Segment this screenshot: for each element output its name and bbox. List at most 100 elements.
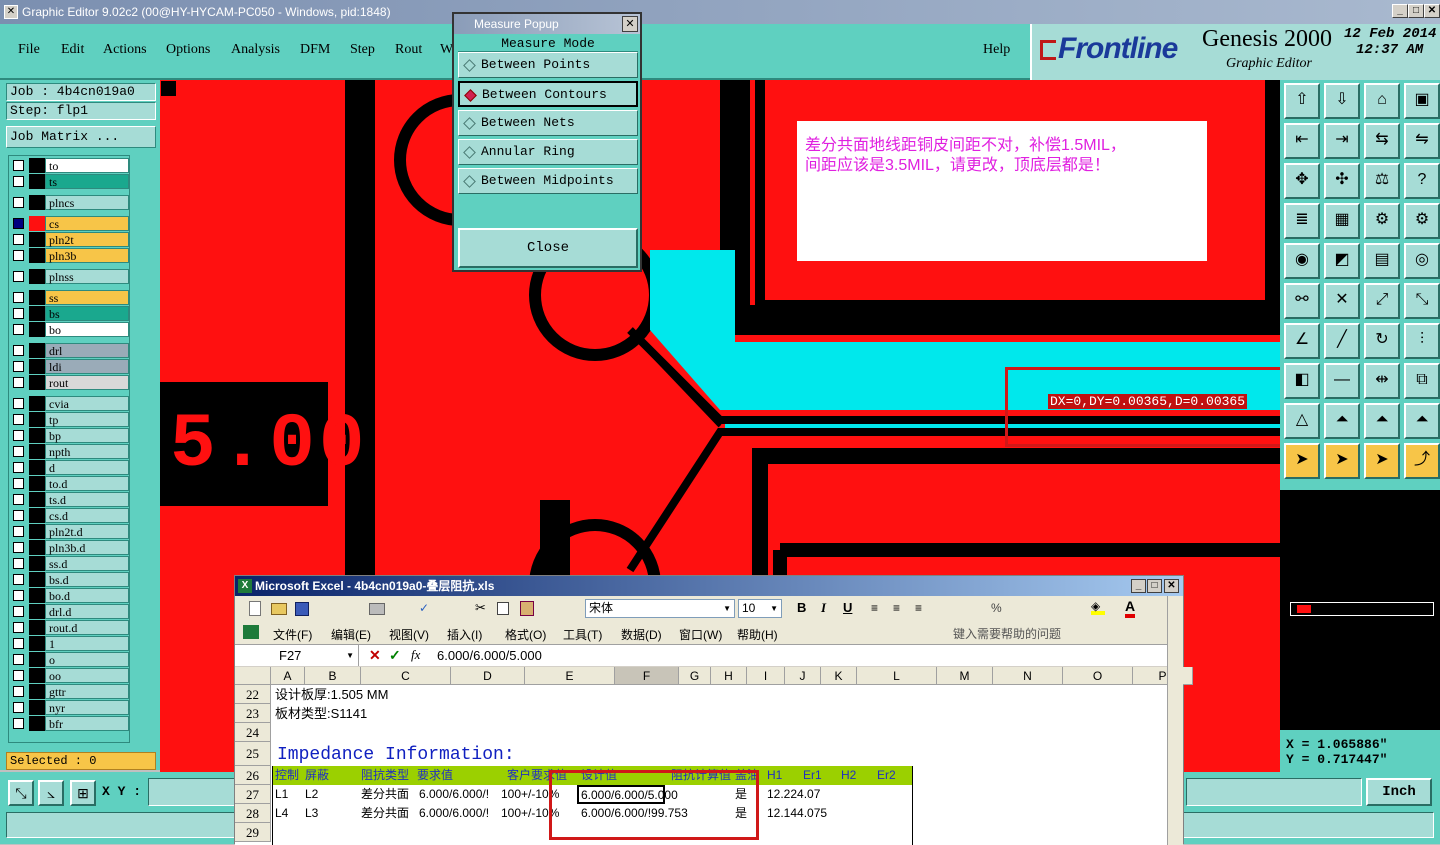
tool-button-icon[interactable]: ⇹	[1364, 363, 1400, 399]
excel-menu-edit[interactable]: 编辑(E)	[331, 626, 371, 643]
tool-button-icon[interactable]: ➤	[1284, 443, 1320, 479]
layer-name[interactable]: rout	[45, 375, 129, 390]
tool-button-icon[interactable]: ⌂	[1364, 83, 1400, 119]
layer-name[interactable]: ss	[45, 290, 129, 305]
popup-close-button[interactable]: Close	[458, 228, 638, 268]
row-header[interactable]: 24	[235, 723, 271, 742]
menu-options[interactable]: Options	[166, 42, 210, 58]
layer-row[interactable]: oo	[11, 668, 129, 683]
tool-button-icon[interactable]: ⏶	[1324, 403, 1360, 439]
cancel-icon[interactable]: ✕	[369, 647, 381, 664]
layer-name[interactable]: pln2t	[45, 232, 129, 247]
layer-row[interactable]: plnss	[11, 269, 129, 284]
column-header[interactable]: I	[747, 667, 785, 685]
layer-name[interactable]: ts.d	[45, 492, 129, 507]
excel-menu-file[interactable]: 文件(F)	[273, 626, 312, 643]
tool-button-icon[interactable]: ⇥	[1324, 123, 1360, 159]
select-all-corner[interactable]	[235, 667, 271, 685]
excel-menu-view[interactable]: 视图(V)	[389, 626, 429, 643]
row-header[interactable]: 29	[235, 823, 271, 842]
cell-a25-impedance-heading[interactable]: Impedance Information:	[277, 744, 515, 766]
tool-button-icon[interactable]: ∠	[1284, 323, 1320, 359]
column-header[interactable]: D	[451, 667, 525, 685]
column-header[interactable]: B	[305, 667, 361, 685]
layer-row[interactable]: cs.d	[11, 508, 129, 523]
layer-row[interactable]: pln3b.d	[11, 540, 129, 555]
units-button[interactable]: Inch	[1366, 778, 1432, 806]
tool-button-icon[interactable]: ⚖	[1364, 163, 1400, 199]
tool-button-icon[interactable]: ▦	[1324, 203, 1360, 239]
layer-checkbox[interactable]	[13, 638, 24, 649]
name-box[interactable]: F27 ▼	[235, 645, 359, 666]
column-header[interactable]: G	[679, 667, 711, 685]
tool-button-icon[interactable]: ▤	[1364, 243, 1400, 279]
menu-file[interactable]: File	[18, 42, 40, 58]
layer-checkbox[interactable]	[13, 271, 24, 282]
menu-analysis[interactable]: Analysis	[231, 42, 280, 58]
layer-row[interactable]: bs.d	[11, 572, 129, 587]
row-header[interactable]: 27	[235, 785, 271, 804]
layer-name[interactable]: plnss	[45, 269, 129, 284]
layer-checkbox[interactable]	[13, 430, 24, 441]
tool-button-icon[interactable]: ⤢	[1364, 283, 1400, 319]
option-between-midpoints[interactable]: Between Midpoints	[458, 168, 638, 194]
layer-row[interactable]: bfr	[11, 716, 129, 731]
align-left-icon[interactable]: ≡	[871, 601, 878, 615]
excel-menu-data[interactable]: 数据(D)	[621, 626, 662, 643]
layer-name[interactable]: pln3b.d	[45, 540, 129, 555]
tool-button-icon[interactable]: ?	[1404, 163, 1440, 199]
layer-row[interactable]: drl.d	[11, 604, 129, 619]
layer-checkbox[interactable]	[13, 292, 24, 303]
row-header[interactable]: 22	[235, 685, 271, 704]
column-header[interactable]: P	[1133, 667, 1193, 685]
tool-button-icon[interactable]: ⏶	[1364, 403, 1400, 439]
layer-name[interactable]: bo	[45, 322, 129, 337]
column-header[interactable]: L	[857, 667, 937, 685]
close-button[interactable]: ✕	[1424, 4, 1440, 18]
sheet-grid[interactable]: ABCDEFGHIJKLMNOP 22 23 24 25 26 27 28 29…	[235, 667, 1193, 845]
layer-row[interactable]: pln3b	[11, 248, 129, 263]
tool-button-icon[interactable]: △	[1284, 403, 1320, 439]
layer-name[interactable]: pln3b	[45, 248, 129, 263]
layer-name[interactable]: bs	[45, 306, 129, 321]
maximize-button[interactable]: □	[1408, 4, 1424, 18]
layer-row[interactable]: to	[11, 158, 129, 173]
tool-button-icon[interactable]: ⧉	[1404, 363, 1440, 399]
layer-name[interactable]: to.d	[45, 476, 129, 491]
column-header[interactable]: O	[1063, 667, 1133, 685]
print-icon[interactable]	[369, 603, 385, 615]
column-header[interactable]: E	[525, 667, 615, 685]
layer-name[interactable]: ldi	[45, 359, 129, 374]
layer-name[interactable]: ts	[45, 174, 129, 189]
layer-row[interactable]: bo	[11, 322, 129, 337]
tool-button-icon[interactable]: ◩	[1324, 243, 1360, 279]
cut-icon[interactable]: ✂	[475, 600, 486, 616]
tool-button-icon[interactable]: ⇧	[1284, 83, 1320, 119]
layer-name[interactable]: bp	[45, 428, 129, 443]
tool-button-icon[interactable]: ➤	[1324, 443, 1360, 479]
layer-name[interactable]: plncs	[45, 195, 129, 210]
excel-menu-tools[interactable]: 工具(T)	[563, 626, 602, 643]
layer-row[interactable]: o	[11, 652, 129, 667]
layer-row[interactable]: pln2t.d	[11, 524, 129, 539]
tool-button-icon[interactable]: ⇆	[1364, 123, 1400, 159]
layer-checkbox[interactable]	[13, 574, 24, 585]
column-header[interactable]: N	[993, 667, 1063, 685]
save-icon[interactable]	[295, 602, 309, 616]
layer-checkbox[interactable]	[13, 414, 24, 425]
column-header[interactable]: C	[361, 667, 451, 685]
confirm-icon[interactable]: ✓	[389, 647, 401, 664]
spell-icon[interactable]: ✓	[419, 601, 429, 615]
menu-help[interactable]: Help	[983, 42, 1010, 58]
layer-name[interactable]: cs	[45, 216, 129, 231]
help-search-input[interactable]: 键入需要帮助的问题	[953, 625, 1133, 641]
layer-checkbox[interactable]	[13, 176, 24, 187]
font-select[interactable]: 宋体 ▼	[585, 599, 735, 618]
layer-checkbox[interactable]	[13, 590, 24, 601]
column-header[interactable]: H	[711, 667, 747, 685]
layer-name[interactable]: bo.d	[45, 588, 129, 603]
tool-button-icon[interactable]: ⫶	[1404, 323, 1440, 359]
layer-row[interactable]: ss	[11, 290, 129, 305]
option-annular-ring[interactable]: Annular Ring	[458, 139, 638, 165]
layer-name[interactable]: gttr	[45, 684, 129, 699]
